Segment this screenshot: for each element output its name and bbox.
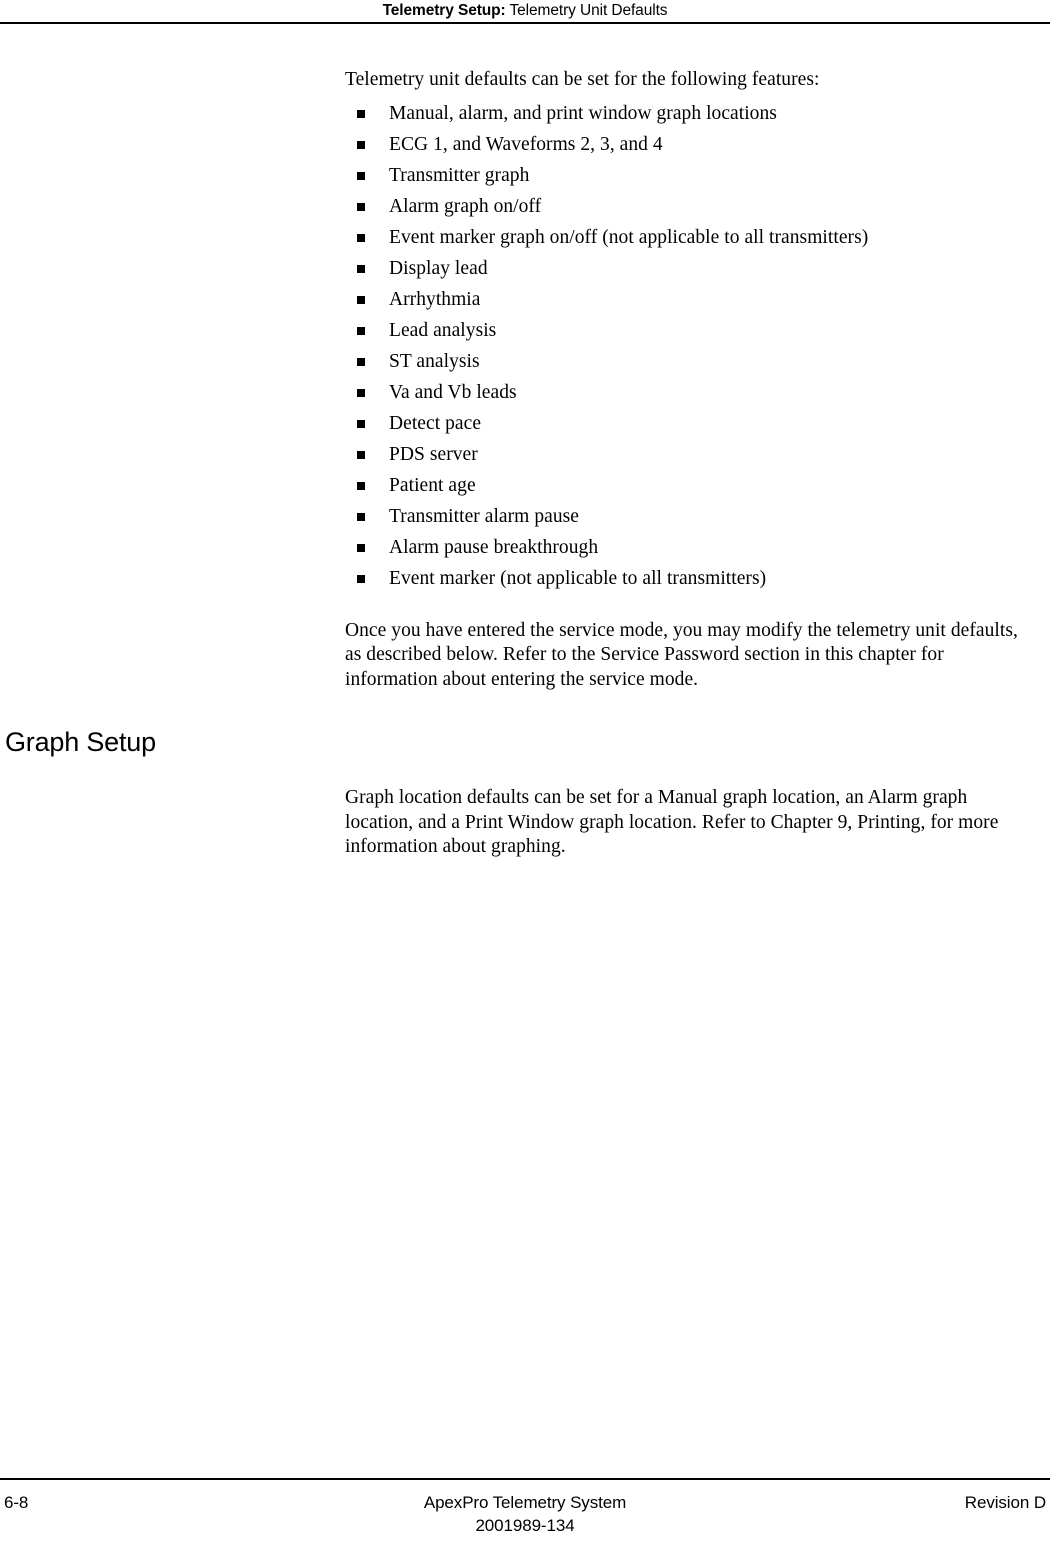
- footer-revision: Revision D: [964, 1493, 1046, 1512]
- list-item-label: Va and Vb leads: [389, 381, 517, 403]
- list-item-label: Arrhythmia: [389, 288, 481, 310]
- list-item-label: Alarm pause breakthrough: [389, 536, 599, 558]
- list-item-label: Transmitter graph: [389, 164, 530, 186]
- list-item: Alarm pause breakthrough: [345, 532, 1037, 563]
- list-item: Va and Vb leads: [345, 377, 1037, 408]
- square-bullet-icon: [357, 203, 365, 211]
- list-item-label: PDS server: [389, 443, 478, 465]
- list-item: Detect pace: [345, 408, 1037, 439]
- list-item-label: Patient age: [389, 474, 476, 496]
- list-item: Event marker graph on/off (not applicabl…: [345, 222, 1037, 253]
- footer-document-number: 2001989-134: [475, 1516, 575, 1535]
- list-item: ECG 1, and Waveforms 2, 3, and 4: [345, 129, 1037, 160]
- square-bullet-icon: [357, 141, 365, 149]
- list-item-label: Transmitter alarm pause: [389, 505, 579, 527]
- footer-divider-rule: [0, 1478, 1050, 1480]
- square-bullet-icon: [357, 575, 365, 583]
- square-bullet-icon: [357, 327, 365, 335]
- list-item-label: ECG 1, and Waveforms 2, 3, and 4: [389, 133, 663, 155]
- list-item: Display lead: [345, 253, 1037, 284]
- square-bullet-icon: [357, 420, 365, 428]
- footer-product-name: ApexPro Telemetry System: [423, 1493, 627, 1512]
- list-item-label: Detect pace: [389, 412, 482, 434]
- list-item-label: Manual, alarm, and print window graph lo…: [389, 102, 777, 124]
- list-item-label: ST analysis: [389, 350, 480, 372]
- list-item: Transmitter graph: [345, 160, 1037, 191]
- list-item: Patient age: [345, 470, 1037, 501]
- square-bullet-icon: [357, 265, 365, 273]
- square-bullet-icon: [357, 110, 365, 118]
- list-item-label: Event marker (not applicable to all tran…: [389, 567, 767, 589]
- square-bullet-icon: [357, 296, 365, 304]
- header-chapter-title: Telemetry Setup:: [382, 2, 506, 19]
- list-item: PDS server: [345, 439, 1037, 470]
- intro-paragraph: Telemetry unit defaults can be set for t…: [345, 69, 820, 90]
- feature-bullet-list: Manual, alarm, and print window graph lo…: [345, 98, 1037, 594]
- square-bullet-icon: [357, 389, 365, 397]
- square-bullet-icon: [357, 172, 365, 180]
- square-bullet-icon: [357, 358, 365, 366]
- list-item: Transmitter alarm pause: [345, 501, 1037, 532]
- graph-setup-paragraph: Graph location defaults can be set for a…: [345, 787, 999, 857]
- list-item-label: Event marker graph on/off (not applicabl…: [389, 226, 869, 248]
- header-section-title: Telemetry Unit Defaults: [505, 2, 668, 19]
- list-item-label: Alarm graph on/off: [389, 195, 542, 217]
- list-item: Arrhythmia: [345, 284, 1037, 315]
- square-bullet-icon: [357, 544, 365, 552]
- page-footer: 6-8 ApexPro Telemetry System 2001989-134…: [0, 1491, 1050, 1551]
- square-bullet-icon: [357, 482, 365, 490]
- list-item: Alarm graph on/off: [345, 191, 1037, 222]
- document-page: Telemetry Setup: Telemetry Unit Defaults…: [0, 0, 1050, 1536]
- list-item: Event marker (not applicable to all tran…: [345, 563, 1037, 594]
- list-item: Manual, alarm, and print window graph lo…: [345, 98, 1037, 129]
- square-bullet-icon: [357, 513, 365, 521]
- list-item-label: Display lead: [389, 257, 488, 279]
- running-header: Telemetry Setup: Telemetry Unit Defaults: [0, 0, 1050, 24]
- list-item-label: Lead analysis: [389, 319, 497, 341]
- square-bullet-icon: [357, 234, 365, 242]
- list-item: ST analysis: [345, 346, 1037, 377]
- main-content-column: Telemetry unit defaults can be set for t…: [345, 68, 1037, 692]
- service-mode-paragraph: Once you have entered the service mode, …: [345, 619, 1018, 690]
- list-item: Lead analysis: [345, 315, 1037, 346]
- page-title: Graph Setup: [5, 727, 156, 757]
- square-bullet-icon: [357, 451, 365, 459]
- footer-center-block: ApexPro Telemetry System 2001989-134: [0, 1491, 1050, 1537]
- header-divider-rule: [0, 22, 1050, 24]
